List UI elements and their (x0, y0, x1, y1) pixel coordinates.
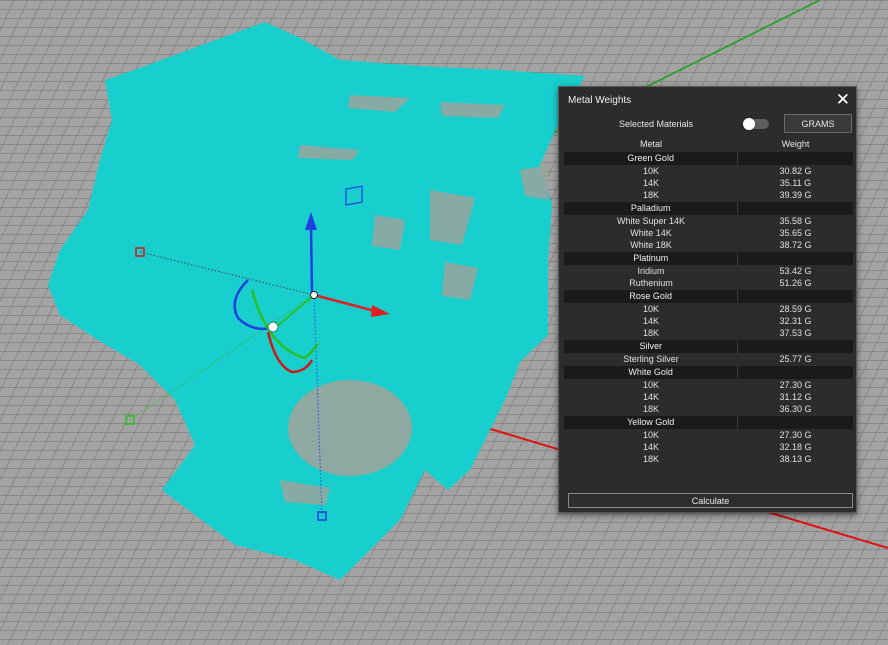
metal-cell: 10K (642, 304, 659, 314)
metal-cell: 14K (642, 178, 659, 188)
metal-cell: 18K (642, 454, 659, 464)
metal-cell: White Super 14K (616, 216, 686, 226)
weight-cell: 39.39 G (779, 190, 812, 200)
metal-weights-panel: Metal Weights ✕ Selected Materials GRAMS… (558, 86, 857, 513)
panel-title: Metal Weights (568, 95, 632, 106)
close-icon[interactable]: ✕ (836, 90, 850, 110)
metal-cell: Iridium (637, 266, 665, 276)
metal-cell: 14K (642, 316, 659, 326)
gizmo-center[interactable] (310, 291, 318, 299)
weight-cell: 35.11 G (779, 178, 812, 188)
metal-cell: 10K (642, 430, 659, 440)
table-row: 18K 38.13 G (564, 453, 853, 465)
group-weight-empty (737, 152, 853, 165)
column-header-metal: Metal (639, 139, 662, 149)
table-row: 14K 32.31 G (564, 315, 853, 327)
weight-cell: 35.58 G (779, 216, 812, 226)
group-header: Green Gold (564, 152, 853, 165)
group-weight-empty (737, 416, 853, 429)
toggle-knob (743, 118, 755, 130)
group-name: Palladium (630, 203, 671, 213)
weight-cell: 32.31 G (779, 316, 812, 326)
group-name: White Gold (628, 367, 673, 377)
group-name: Silver (639, 341, 662, 351)
table-row: Sterling Silver 25.77 G (564, 353, 853, 365)
column-header-weight: Weight (781, 139, 810, 149)
group-name: Yellow Gold (627, 417, 675, 427)
metal-weights-table: Metal Weight Green Gold 10K 30.82 G 14K 35.1… (564, 138, 853, 465)
table-row: White 18K 38.72 G (564, 239, 853, 251)
table-row: White 14K 35.65 G (564, 227, 853, 239)
metal-cell: 10K (642, 166, 659, 176)
weight-cell: 36.30 G (779, 404, 812, 414)
metal-cell: 14K (642, 442, 659, 452)
gizmo-z-arrow[interactable] (309, 224, 314, 295)
table-header: Metal Weight (564, 138, 853, 151)
table-row: 14K 35.11 G (564, 177, 853, 189)
weight-cell: 51.26 G (779, 278, 812, 288)
weight-cell: 25.77 G (779, 354, 812, 364)
table-row: 10K 30.82 G (564, 165, 853, 177)
table-row: White Super 14K 35.58 G (564, 215, 853, 227)
weight-cell: 38.72 G (779, 240, 812, 250)
metal-cell: 18K (642, 190, 659, 200)
weight-cell: 37.53 G (779, 328, 812, 338)
gizmo-rotate-handle[interactable] (267, 321, 279, 333)
group-name: Platinum (633, 253, 669, 263)
metal-cell: Ruthenium (629, 278, 673, 288)
weight-cell: 30.82 G (779, 166, 812, 176)
table-row: 10K 28.59 G (564, 303, 853, 315)
group-weight-empty (737, 202, 853, 215)
group-weight-empty (737, 290, 853, 303)
weight-cell: 35.65 G (779, 228, 812, 238)
group-header: Rose Gold (564, 290, 853, 303)
group-weight-empty (737, 340, 853, 353)
table-row: 14K 32.18 G (564, 441, 853, 453)
table-row: 18K 39.39 G (564, 189, 853, 201)
metal-cell: White 14K (630, 228, 672, 238)
group-header: Platinum (564, 252, 853, 265)
selected-materials-toggle[interactable] (743, 118, 769, 130)
weight-cell: 27.30 G (779, 430, 812, 440)
metal-cell: 18K (642, 328, 659, 338)
weight-cell: 31.12 G (779, 392, 812, 402)
metal-cell: 10K (642, 380, 659, 390)
table-row: 18K 36.30 G (564, 403, 853, 415)
table-row: Iridium 53.42 G (564, 265, 853, 277)
table-row: 10K 27.30 G (564, 429, 853, 441)
group-name: Green Gold (627, 153, 674, 163)
weight-cell: 38.13 G (779, 454, 812, 464)
group-weight-empty (737, 366, 853, 379)
metal-cell: 14K (642, 392, 659, 402)
table-row: 18K 37.53 G (564, 327, 853, 339)
units-button[interactable]: GRAMS (784, 114, 852, 133)
calculate-button[interactable]: Calculate (568, 493, 853, 508)
group-header: White Gold (564, 366, 853, 379)
group-name: Rose Gold (629, 291, 672, 301)
weight-cell: 53.42 G (779, 266, 812, 276)
table-row: Ruthenium 51.26 G (564, 277, 853, 289)
table-row: 10K 27.30 G (564, 379, 853, 391)
selected-materials-label: Selected Materials (619, 119, 694, 129)
weight-cell: 27.30 G (779, 380, 812, 390)
group-weight-empty (737, 252, 853, 265)
metal-cell: Sterling Silver (623, 354, 679, 364)
table-row: 14K 31.12 G (564, 391, 853, 403)
group-header: Yellow Gold (564, 416, 853, 429)
metal-cell: White 18K (630, 240, 672, 250)
weight-cell: 32.18 G (779, 442, 812, 452)
weight-cell: 28.59 G (779, 304, 812, 314)
group-header: Palladium (564, 202, 853, 215)
metal-cell: 18K (642, 404, 659, 414)
group-header: Silver (564, 340, 853, 353)
